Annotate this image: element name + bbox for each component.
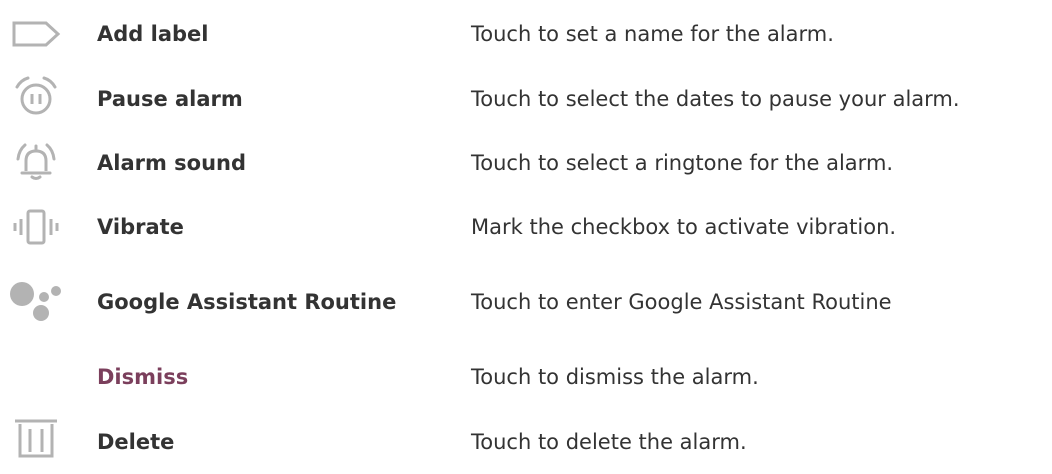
vibrate-description: Mark the checkbox to activate vibration. xyxy=(471,215,897,239)
trash-can-icon xyxy=(4,410,68,474)
add-label-option: Add label xyxy=(97,22,209,46)
pause-alarm-description: Touch to select the dates to pause your … xyxy=(471,87,960,111)
alarm-sound-option: Alarm sound xyxy=(97,151,247,175)
google-assistant-icon xyxy=(4,270,68,334)
alarm-options-table: Add label Touch to set a name for the al… xyxy=(0,0,1052,458)
label-tag-icon xyxy=(4,2,68,66)
dismiss-description: Touch to dismiss the alarm. xyxy=(471,365,759,389)
delete-option: Delete xyxy=(97,430,175,454)
alarm-bell-icon xyxy=(4,131,68,195)
dismiss-option: Dismiss xyxy=(97,365,189,389)
google-assistant-routine-description: Touch to enter Google Assistant Routine xyxy=(471,290,892,314)
row-pause-alarm: Pause alarm Touch to select the dates to… xyxy=(0,67,1052,131)
row-vibrate: Vibrate Mark the checkbox to activate vi… xyxy=(0,195,1052,259)
add-label-description: Touch to set a name for the alarm. xyxy=(471,22,834,46)
vibrate-phone-icon xyxy=(4,195,68,259)
row-dismiss: Dismiss Touch to dismiss the alarm. xyxy=(0,345,1052,409)
google-assistant-routine-option: Google Assistant Routine xyxy=(97,290,397,314)
row-google-assistant-routine: Google Assistant Routine Touch to enter … xyxy=(0,270,1052,334)
row-alarm-sound: Alarm sound Touch to select a ringtone f… xyxy=(0,131,1052,195)
pause-alarm-icon xyxy=(4,67,68,131)
delete-description: Touch to delete the alarm. xyxy=(471,430,747,454)
row-delete: Delete Touch to delete the alarm. xyxy=(0,410,1052,474)
vibrate-option: Vibrate xyxy=(97,215,184,239)
pause-alarm-option: Pause alarm xyxy=(97,87,243,111)
alarm-sound-description: Touch to select a ringtone for the alarm… xyxy=(471,151,894,175)
row-add-label: Add label Touch to set a name for the al… xyxy=(0,2,1052,66)
